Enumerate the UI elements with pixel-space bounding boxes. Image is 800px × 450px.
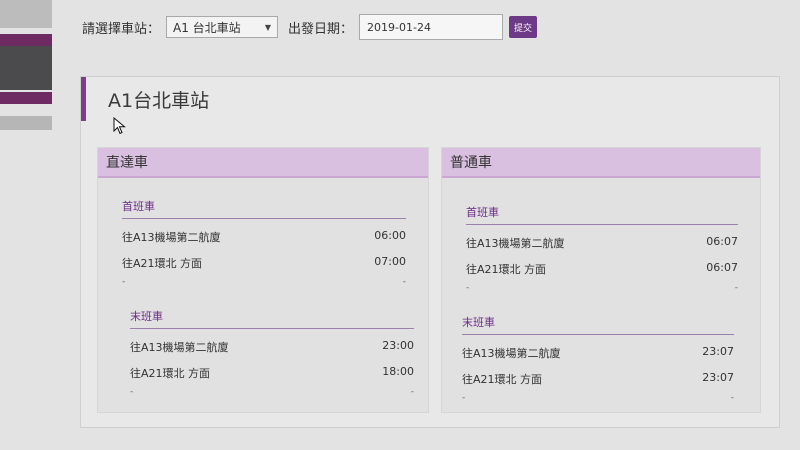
table-row: 往A13機場第二航廈 06:07 [466,235,738,251]
destination: 往A21環北 方面 [466,263,547,276]
mouse-cursor-icon [113,117,126,135]
time: - [734,283,738,293]
destination: 往A13機場第二航廈 [462,347,561,360]
table-row: 往A13機場第二航廈 06:00 [122,229,406,245]
table-row: 往A21環北 方面 18:00 [130,365,414,381]
table-row: - - [466,283,738,293]
destination: - [462,393,466,403]
destination: - [122,277,126,287]
first-train-heading: 首班車 [466,204,738,225]
time: - [410,387,414,397]
destination: 往A21環北 方面 [462,373,543,386]
sidebar-grey-block [0,116,52,130]
time: - [730,393,734,403]
commuter-panel-header: 普通車 [442,148,760,178]
express-last-train: 末班車 往A13機場第二航廈 23:00 往A21環北 方面 18:00 - - [130,308,414,397]
destination: 往A13機場第二航廈 [122,231,221,244]
time: - [402,277,406,287]
first-train-heading: 首班車 [122,198,406,219]
table-row: - - [122,277,406,287]
destination: 往A13機場第二航廈 [130,341,229,354]
time: 23:07 [702,371,734,384]
time: 06:07 [706,261,738,274]
last-train-heading: 末班車 [462,314,734,335]
last-train-heading: 末班車 [130,308,414,329]
station-select[interactable]: A1 台北車站 ▼ [166,16,279,38]
time: 18:00 [382,365,414,378]
date-label: 出發日期： [288,21,354,37]
table-row: - - [130,387,414,397]
time: 23:00 [382,339,414,352]
commuter-first-train: 首班車 往A13機場第二航廈 06:07 往A21環北 方面 06:07 - - [466,204,738,293]
time: 07:00 [374,255,406,268]
express-panel: 直達車 首班車 往A13機場第二航廈 06:00 往A21環北 方面 07:00… [97,147,429,413]
search-toolbar: 請選擇車站： A1 台北車站 ▼ 出發日期： 提交 [82,12,538,42]
table-row: 往A13機場第二航廈 23:07 [462,345,734,361]
station-label: 請選擇車站： [82,21,161,37]
time: 06:07 [706,235,738,248]
express-first-train: 首班車 往A13機場第二航廈 06:00 往A21環北 方面 07:00 - - [122,198,406,287]
submit-button[interactable]: 提交 [509,16,538,38]
destination: 往A13機場第二航廈 [466,237,565,250]
table-row: 往A21環北 方面 07:00 [122,255,406,271]
date-field[interactable] [359,14,504,40]
table-row: 往A21環北 方面 23:07 [462,371,734,387]
sidebar-top-block [0,0,52,28]
destination: - [466,283,470,293]
sidebar-accent-bar [0,92,52,104]
station-select-value: A1 台北車站 [173,20,241,35]
time: 06:00 [374,229,406,242]
sidebar-accent-bar [0,34,52,46]
left-sidebar-edge [0,0,52,450]
destination: 往A21環北 方面 [122,257,203,270]
table-row: - - [462,393,734,403]
sidebar-dark-block [0,46,52,90]
commuter-last-train: 末班車 往A13機場第二航廈 23:07 往A21環北 方面 23:07 - - [462,314,734,403]
table-row: 往A21環北 方面 06:07 [466,261,738,277]
chevron-down-icon: ▼ [264,22,272,32]
table-row: 往A13機場第二航廈 23:00 [130,339,414,355]
card-header: A1台北車站 [81,77,779,121]
destination: - [130,387,134,397]
express-panel-header: 直達車 [98,148,428,178]
page-title: A1台北車站 [108,89,210,112]
station-card: A1台北車站 直達車 首班車 往A13機場第二航廈 06:00 往A21環北 方… [80,76,780,428]
destination: 往A21環北 方面 [130,367,211,380]
commuter-panel: 普通車 首班車 往A13機場第二航廈 06:07 往A21環北 方面 06:07… [441,147,761,413]
time: 23:07 [702,345,734,358]
